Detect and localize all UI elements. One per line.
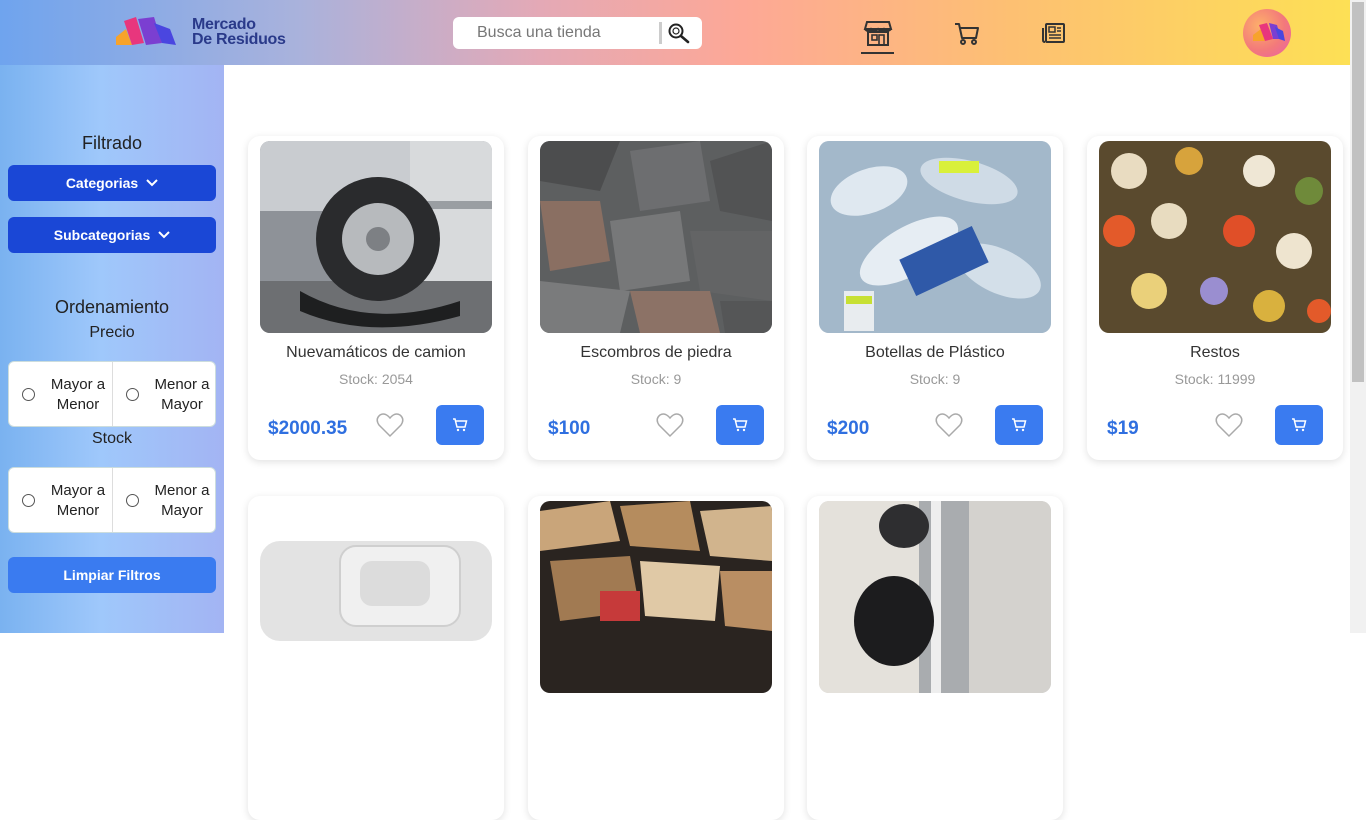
- product-card[interactable]: Restos Stock: 11999 $19: [1087, 136, 1343, 460]
- stock-sort-options: Mayor a Menor Menor a Mayor: [8, 467, 216, 533]
- search-divider: [659, 22, 662, 44]
- product-card[interactable]: [248, 496, 504, 820]
- product-card[interactable]: Nuevamáticos de camion Stock: 2054 $2000…: [248, 136, 504, 460]
- search-icon: [668, 23, 690, 44]
- product-price: $19: [1107, 418, 1139, 439]
- cart-icon: [955, 23, 979, 45]
- product-image[interactable]: [540, 141, 772, 333]
- add-to-cart-button[interactable]: [1275, 405, 1323, 445]
- favorite-button[interactable]: [1215, 412, 1243, 438]
- product-name: Restos: [1190, 344, 1240, 361]
- add-to-cart-button[interactable]: [995, 405, 1043, 445]
- price-desc-option[interactable]: Mayor a Menor: [9, 362, 113, 426]
- price-asc-radio[interactable]: [126, 388, 139, 401]
- price-asc-option[interactable]: Menor a Mayor: [112, 362, 216, 426]
- logo-line-2: De Residuos: [192, 31, 286, 48]
- cart-icon: [453, 418, 468, 432]
- product-price: $200: [827, 418, 870, 439]
- sort-title: Ordenamiento: [54, 297, 170, 317]
- avatar-logo-icon: [1253, 23, 1285, 41]
- product-name: Nuevamáticos de camion: [286, 344, 466, 361]
- search-box: [453, 17, 702, 49]
- price-desc-label: Mayor a Menor: [50, 376, 106, 413]
- add-to-cart-button[interactable]: [716, 405, 764, 445]
- heart-icon: [1215, 413, 1243, 438]
- search-input[interactable]: [453, 17, 658, 49]
- logo-line-1: Mercado: [192, 16, 256, 33]
- stock-asc-radio[interactable]: [126, 494, 139, 507]
- add-to-cart-button[interactable]: [436, 405, 484, 445]
- clear-filters-button[interactable]: Limpiar Filtros: [8, 557, 216, 593]
- chevron-down-icon: [146, 179, 158, 187]
- product-card[interactable]: Botellas de Plástico Stock: 9 $200: [807, 136, 1063, 460]
- cart-icon: [1012, 418, 1027, 432]
- newspaper-icon: [1042, 23, 1065, 43]
- product-stock: Stock: 9: [909, 371, 961, 387]
- favorite-button[interactable]: [656, 412, 684, 438]
- product-stock: Stock: 9: [630, 371, 682, 387]
- product-card[interactable]: [528, 496, 784, 820]
- product-price: $2000.35: [268, 418, 348, 439]
- categories-dropdown[interactable]: Categorias: [8, 165, 216, 201]
- chevron-down-icon: [158, 231, 170, 239]
- product-stock: Stock: 2054: [339, 371, 413, 387]
- subcategories-label: Subcategorias: [53, 227, 151, 243]
- top-header: Mercado De Residuos: [0, 0, 1350, 65]
- heart-icon: [376, 413, 404, 438]
- scrollbar-thumb[interactable]: [1352, 2, 1364, 382]
- heart-icon: [656, 413, 684, 438]
- nav-news[interactable]: [1040, 18, 1070, 48]
- logo-mark-icon: [116, 17, 176, 45]
- product-name: Botellas de Plástico: [865, 344, 1005, 361]
- brand-logo[interactable]: Mercado De Residuos: [114, 15, 294, 51]
- logo-text: Mercado De Residuos: [192, 16, 286, 48]
- subcategories-dropdown[interactable]: Subcategorias: [8, 217, 216, 253]
- page-scrollbar[interactable]: [1350, 0, 1366, 633]
- stock-desc-label: Mayor a Menor: [50, 482, 106, 519]
- cart-icon: [733, 418, 748, 432]
- store-icon: [863, 21, 893, 46]
- stock-asc-option[interactable]: Menor a Mayor: [112, 468, 216, 532]
- price-sort-options: Mayor a Menor Menor a Mayor: [8, 361, 216, 427]
- categories-label: Categorias: [65, 175, 139, 191]
- nav-store[interactable]: [863, 18, 893, 48]
- price-asc-label: Menor a Mayor: [154, 376, 210, 413]
- product-price: $100: [548, 418, 591, 439]
- stock-desc-radio[interactable]: [22, 494, 35, 507]
- product-image[interactable]: [819, 501, 1051, 693]
- product-card[interactable]: Escombros de piedra Stock: 9 $100: [528, 136, 784, 460]
- favorite-button[interactable]: [935, 412, 963, 438]
- nav-cart[interactable]: [952, 18, 982, 48]
- price-label: Precio: [89, 324, 135, 341]
- product-image[interactable]: [1099, 141, 1331, 333]
- search-button[interactable]: [667, 22, 691, 44]
- product-image[interactable]: [260, 141, 492, 333]
- favorite-button[interactable]: [376, 412, 404, 438]
- user-avatar[interactable]: [1243, 9, 1291, 57]
- product-card[interactable]: [807, 496, 1063, 820]
- product-image[interactable]: [540, 501, 772, 693]
- product-stock: Stock: 11999: [1174, 371, 1256, 387]
- price-desc-radio[interactable]: [22, 388, 35, 401]
- filter-sidebar: Filtrado Categorias Subcategorias Ordena…: [0, 65, 224, 633]
- nav-active-indicator: [861, 52, 894, 54]
- product-name: Escombros de piedra: [580, 344, 732, 361]
- stock-asc-label: Menor a Mayor: [154, 482, 210, 519]
- product-image[interactable]: [260, 501, 492, 693]
- heart-icon: [935, 413, 963, 438]
- stock-desc-option[interactable]: Mayor a Menor: [9, 468, 113, 532]
- cart-icon: [1292, 418, 1307, 432]
- stock-label: Stock: [91, 430, 132, 447]
- filter-title: Filtrado: [81, 133, 143, 153]
- product-image[interactable]: [819, 141, 1051, 333]
